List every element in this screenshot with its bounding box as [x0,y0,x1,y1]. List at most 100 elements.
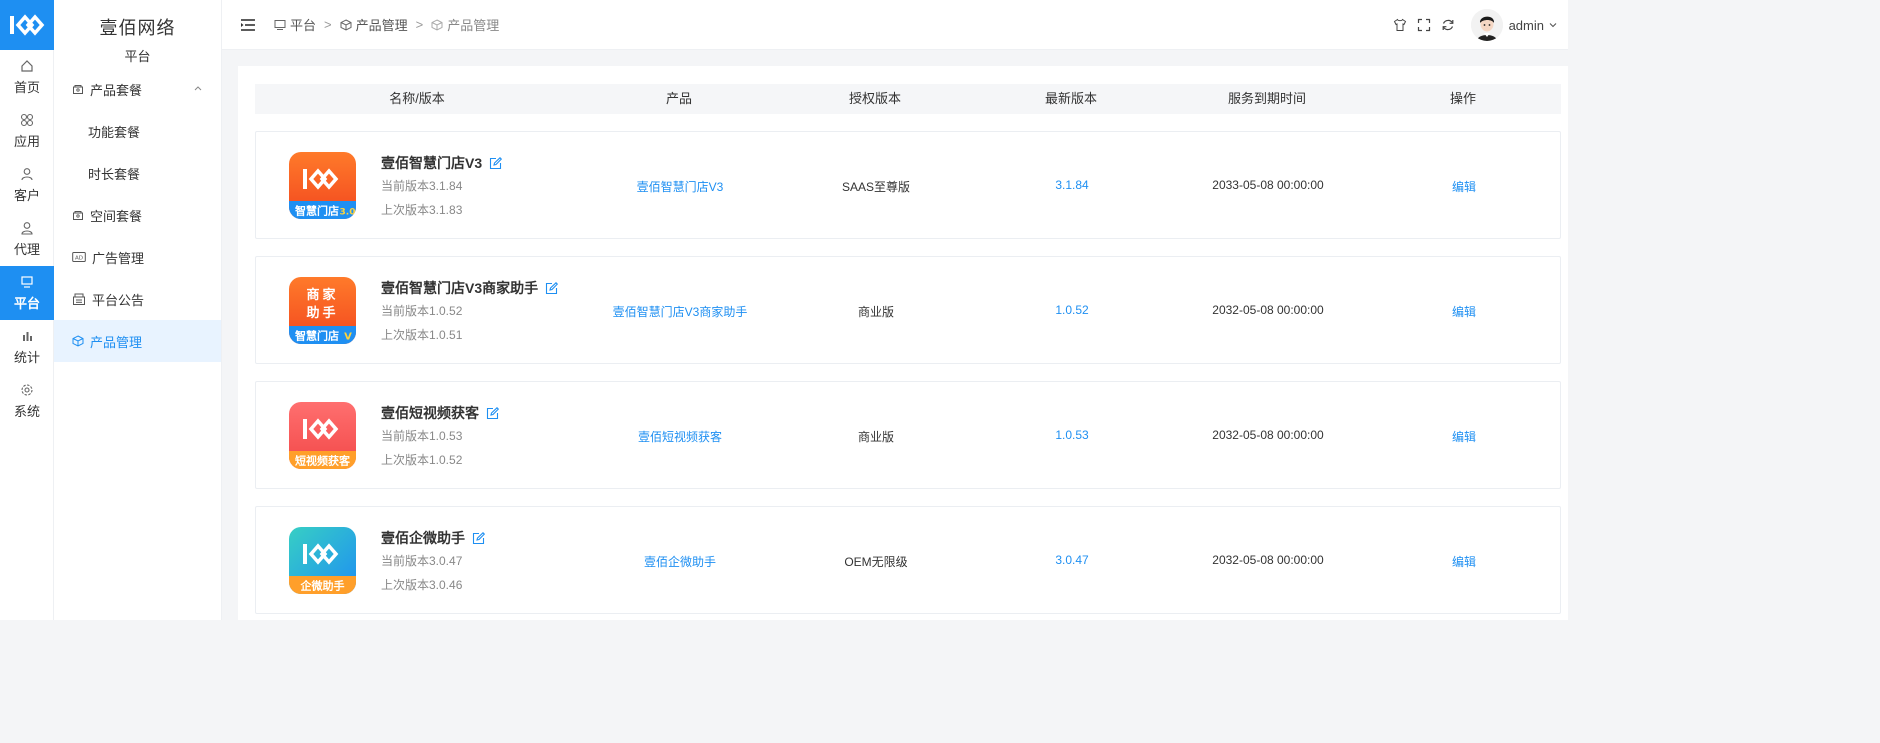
edit-button[interactable]: 编辑 [1364,178,1564,194]
column-header: 最新版本 [1044,91,1097,106]
product-name: 壹佰企微助手 [381,528,485,548]
rail-item-label: 平台 [13,295,40,311]
submenu-label: 产品套餐 [90,82,143,98]
column-header: 产品 [665,91,692,106]
product-link[interactable]: 壹佰智慧门店V3商家助手 [580,303,780,319]
submenu-label: 平台公告 [92,292,145,308]
rail-item-label: 代理 [13,241,40,257]
shirt-icon[interactable] [1393,18,1407,32]
expire-time: 2032-05-08 00:00:00 [1212,553,1324,567]
table-row: 企微助手 壹佰企微助手 当前版本3.0.47 上次版本3.0.46 壹佰企微助手… [255,506,1561,614]
cube-icon [72,335,84,347]
app-icon-text: 智慧门店 [295,329,339,343]
product-name-text: 壹佰智慧门店V3 [381,155,483,171]
breadcrumb-item[interactable]: 平台 [290,15,316,34]
latest-version[interactable]: 1.0.52 [972,303,1172,319]
icon-rail: 首页 应用 客户 代理 平台 统计 系统 [0,0,54,620]
product-name: 壹佰短视频获客 [381,403,499,423]
monitor-icon [21,275,33,288]
top-bar: 平台 > 产品管理 > 产品管理 admin [222,0,1568,50]
app-icon: 智慧门店 3.0 [289,152,356,219]
column-header: 名称/版本 [389,91,445,106]
product-list-panel: 名称/版本 产品 授权版本 最新版本 服务到期时间 操作 智慧门店 3.0 壹佰… [238,66,1568,620]
app-icon-mark: 商家 [306,287,338,303]
fullscreen-icon[interactable] [1417,18,1431,32]
rail-item-label: 统计 [13,349,40,365]
brand-logo[interactable] [0,0,54,50]
breadcrumb-separator: > [324,17,332,32]
submenu-product-management[interactable]: 产品管理 [54,320,221,362]
product-link[interactable]: 壹佰企微助手 [580,553,780,569]
license-version: 商业版 [857,305,894,319]
edit-button[interactable]: 编辑 [1364,428,1564,444]
edit-icon[interactable] [489,156,503,170]
current-version: 当前版本3.0.47 [381,554,463,568]
chevron-up-icon [194,86,202,91]
app-icon-badge: V [344,332,352,343]
edit-button[interactable]: 编辑 [1364,553,1564,569]
submenu-label: 空间套餐 [90,208,143,224]
product-name-text: 壹佰企微助手 [381,530,465,546]
submenu-label: 功能套餐 [88,124,141,140]
rail-item-system[interactable]: 系统 [0,374,54,428]
rail-item-label: 客户 [13,187,40,203]
menu-toggle-icon[interactable] [240,18,256,32]
app-icon-badge: 3.0 [340,208,356,218]
chevron-down-icon[interactable] [1548,20,1558,30]
breadcrumb-separator: > [415,17,424,32]
rail-item-apps[interactable]: 应用 [0,104,54,158]
avatar-icon [1470,9,1503,41]
settings-icon [21,383,33,396]
breadcrumb-item[interactable]: 产品管理 [356,15,408,34]
latest-version[interactable]: 3.0.47 [972,553,1172,569]
submenu-product-package[interactable]: 产品套餐 [54,68,221,110]
table-header: 名称/版本 产品 授权版本 最新版本 服务到期时间 操作 [255,84,1561,114]
username[interactable]: admin [1509,18,1544,33]
current-version: 当前版本3.1.84 [381,179,463,193]
latest-version[interactable]: 1.0.53 [972,428,1172,444]
latest-version[interactable]: 3.1.84 [972,178,1172,194]
submenu-duration-package[interactable]: 时长套餐 [54,152,221,194]
expire-time: 2033-05-08 00:00:00 [1212,178,1324,192]
previous-version: 上次版本3.1.83 [381,203,463,217]
breadcrumb-current: 产品管理 [447,18,500,33]
product-name-text: 壹佰智慧门店V3商家助手 [381,280,539,296]
app-icon: 商家 助手 智慧门店 V [289,277,356,344]
home-icon [21,59,33,72]
avatar[interactable] [1470,9,1503,41]
rail-item-home[interactable]: 首页 [0,50,54,104]
column-header: 服务到期时间 [1227,91,1306,106]
previous-version: 上次版本3.0.46 [381,578,463,592]
product-link[interactable]: 壹佰短视频获客 [580,428,780,444]
table-row: 短视频获客 壹佰短视频获客 当前版本1.0.53 上次版本1.0.52 壹佰短视… [255,381,1561,489]
submenu-ad-management[interactable]: AD 广告管理 [54,236,221,278]
expire-time: 2032-05-08 00:00:00 [1212,303,1324,317]
section-title: 平台 [124,49,151,64]
submenu-label: 产品管理 [90,334,143,350]
submenu-platform-notice[interactable]: 平台公告 [54,278,221,320]
rail-item-agent[interactable]: 代理 [0,212,54,266]
cube-icon [431,18,443,31]
app-icon-text: 短视频获客 [295,454,351,468]
edit-icon[interactable] [472,531,485,545]
edit-icon[interactable] [486,406,499,420]
table-row: 智慧门店 3.0 壹佰智慧门店V3 当前版本3.1.84 上次版本3.1.83 … [255,131,1561,239]
product-name-text: 壹佰短视频获客 [381,405,479,421]
submenu-label: 时长套餐 [88,166,141,182]
package-icon [73,211,83,220]
license-version: 商业版 [857,430,894,444]
license-version: OEM无限级 [844,555,908,569]
product-link[interactable]: 壹佰智慧门店V3 [580,178,780,194]
app-icon-mark: 助手 [306,305,338,321]
rail-item-stats[interactable]: 统计 [0,320,54,374]
rail-item-customer[interactable]: 客户 [0,158,54,212]
edit-button[interactable]: 编辑 [1364,303,1564,319]
refresh-icon[interactable] [1441,18,1455,32]
rail-item-platform[interactable]: 平台 [0,266,54,320]
table-row: 商家 助手 智慧门店 V 壹佰智慧门店V3商家助手 当前版本1.0.52 上次版… [255,256,1561,364]
edit-icon[interactable] [545,281,559,295]
submenu-feature-package[interactable]: 功能套餐 [54,110,221,152]
svg-text:AD: AD [75,256,83,262]
app-icon: 企微助手 [289,527,356,594]
submenu-space-package[interactable]: 空间套餐 [54,194,221,236]
